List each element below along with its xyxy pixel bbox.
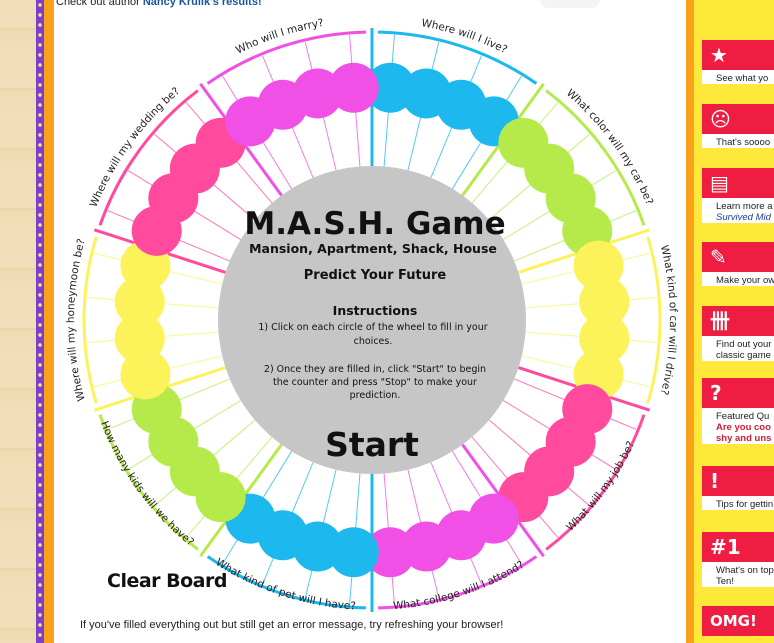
promo-text: See what yo [716, 73, 769, 84]
category-rim-arc [646, 236, 662, 404]
tally-icon: 卌 [710, 309, 730, 333]
promo-item[interactable]: ! Tips for gettin [702, 466, 774, 510]
category-label-text: Where will I live? [421, 17, 510, 56]
promo-banner: ! [702, 466, 774, 496]
promo-text: Learn more a [716, 201, 773, 212]
promo-item[interactable]: ✎ Make your ow [702, 242, 774, 286]
promo-sidebar: ★ See what yo ☹ That's soooo ▤ Learn mor… [694, 0, 774, 643]
choice-circle[interactable] [328, 62, 379, 113]
instruction-1-line1: 1) Click on each circle of the wheel to … [258, 322, 487, 333]
instruction-2-line1: 2) Once they are filled in, click "Start… [264, 364, 486, 375]
game-subtitle: Mansion, Apartment, Shack, House [249, 241, 497, 256]
promo-text: What's on top [716, 565, 774, 576]
category-label: Where will I live? [421, 17, 510, 56]
promo-banner: #1 [702, 532, 774, 562]
promo-text: That's soooo [716, 137, 771, 148]
promo-banner: ? [702, 378, 774, 408]
promo-banner: 卌 [702, 306, 774, 336]
start-button[interactable]: Start [325, 425, 419, 464]
promo-link[interactable]: shy and uns [716, 433, 771, 444]
clear-board-button[interactable]: Clear Board [107, 570, 227, 592]
game-title: M.A.S.H. Game [244, 206, 505, 242]
promo-link[interactable]: Survived Mid [716, 212, 771, 223]
category-label: Who will I marry? [234, 17, 325, 57]
instruction-1-line2: choices. [354, 336, 393, 347]
promo-item[interactable]: ★ See what yo [702, 40, 774, 84]
category-label-text: Who will I marry? [234, 17, 325, 57]
promo-banner: ✎ [702, 242, 774, 272]
error-note: If you've filled everything out but stil… [80, 619, 504, 631]
notepad-icon: ✎ [710, 245, 727, 269]
promo-item[interactable]: ? Featured Qu Are you coo shy and uns [702, 378, 774, 444]
promo-item[interactable]: #1 What's on top Ten! [702, 532, 774, 587]
promo-text: Make your ow [716, 275, 774, 286]
instructions-heading: Instructions [333, 303, 418, 318]
promo-text: Find out your [716, 339, 772, 350]
promo-text: classic game [716, 350, 771, 361]
instruction-2-line2: the counter and press "Stop" to make you… [273, 377, 477, 388]
promo-banner: ★ [702, 40, 774, 70]
game-tagline: Predict Your Future [304, 268, 447, 283]
promo-banner: OMG! [702, 606, 774, 636]
orange-border-right [686, 0, 694, 643]
exclamation-icon: ! [710, 469, 720, 493]
promo-item[interactable]: ☹ That's soooo [702, 104, 774, 148]
question-icon: ? [710, 381, 722, 405]
dotted-border-left [36, 0, 44, 643]
star-icon: ★ [710, 43, 728, 67]
orange-border-left [44, 0, 54, 643]
number-one-icon: #1 [710, 535, 741, 559]
promo-text: Featured Qu [716, 411, 770, 422]
promo-item[interactable]: OMG! [702, 606, 774, 636]
wood-background-left [0, 0, 36, 643]
promo-item[interactable]: 卌 Find out your classic game [702, 306, 774, 361]
sad-face-icon: ☹ [710, 107, 731, 131]
mash-wheel: M.A.S.H. Game Mansion, Apartment, Shack,… [65, 17, 679, 613]
promo-banner: ▤ [702, 168, 774, 198]
promo-text: Ten! [716, 576, 734, 587]
promo-text: Tips for gettin [716, 499, 774, 510]
omg-icon: OMG! [710, 612, 757, 630]
promo-banner: ☹ [702, 104, 774, 134]
book-icon: ▤ [710, 171, 729, 195]
category-rim-arc [82, 236, 98, 404]
promo-link[interactable]: Are you coo [716, 422, 771, 433]
instruction-2-line3: prediction. [350, 390, 401, 401]
promo-item[interactable]: ▤ Learn more a Survived Mid [702, 168, 774, 223]
